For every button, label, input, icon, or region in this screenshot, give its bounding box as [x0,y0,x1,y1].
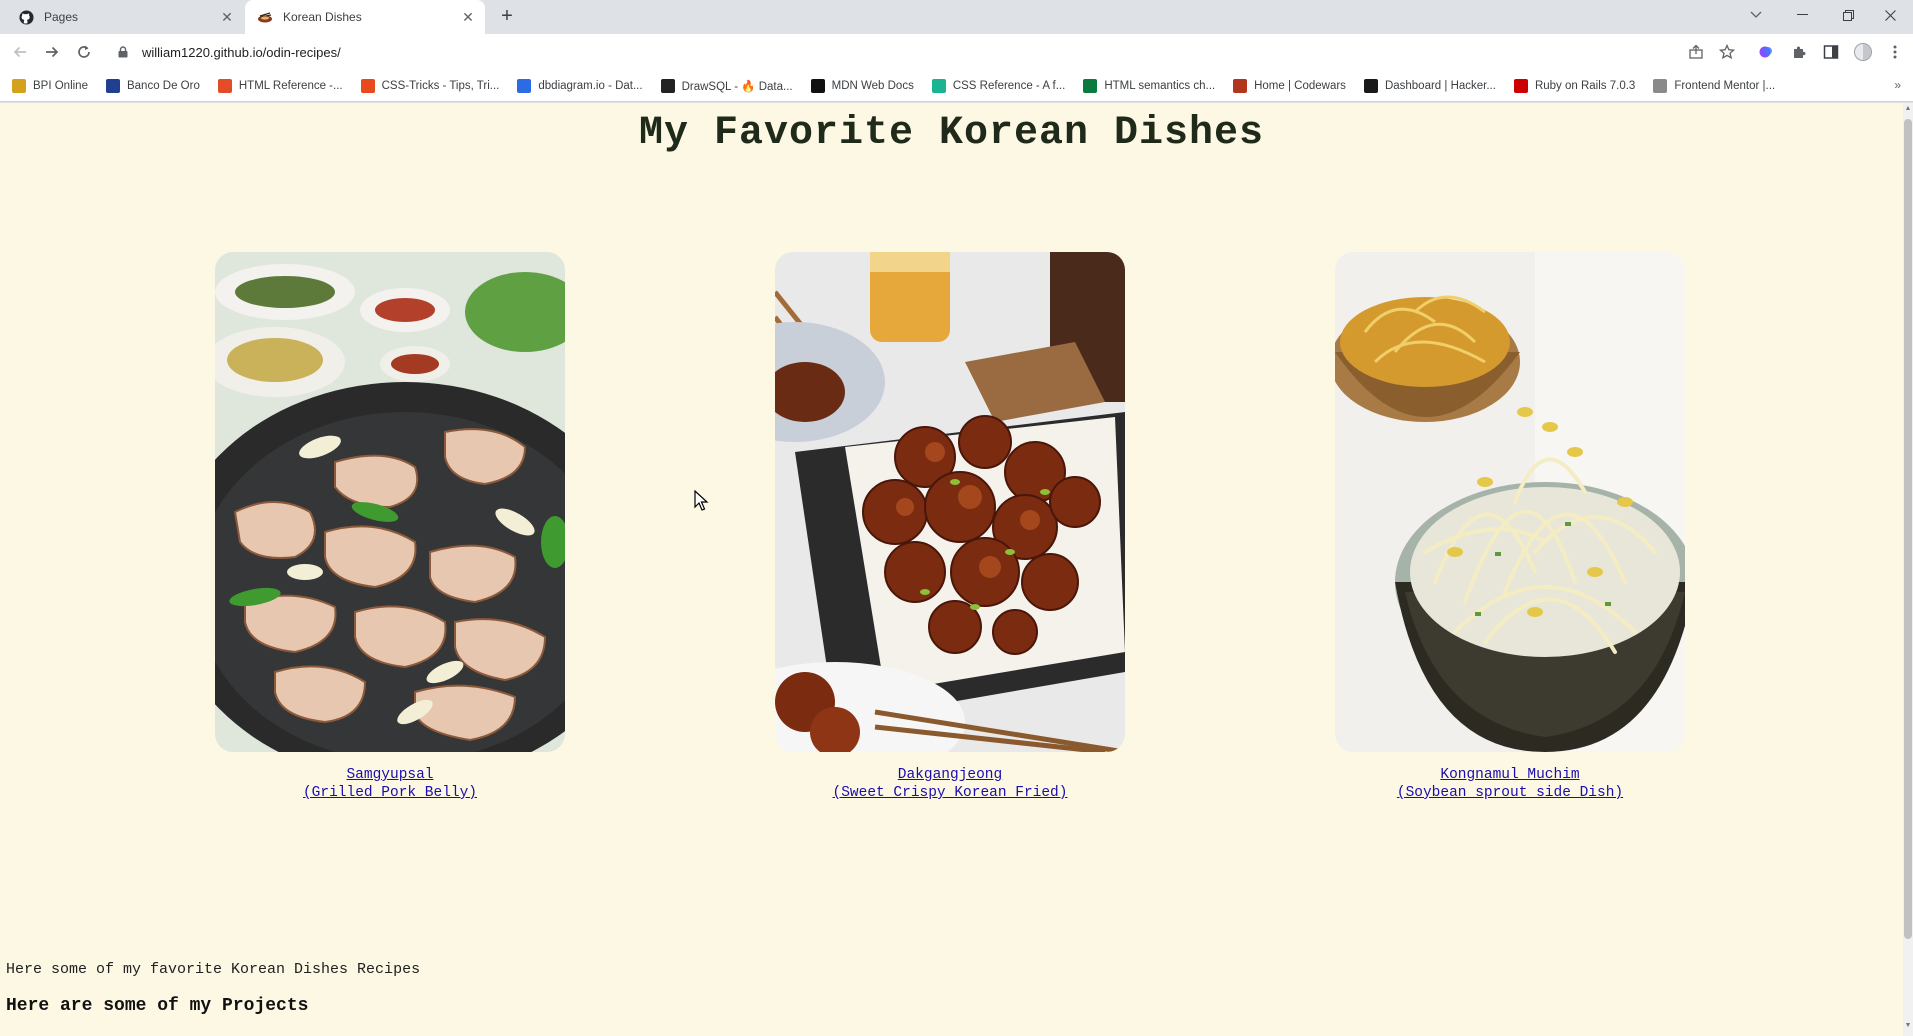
bookmark-label: HTML semantics ch... [1104,79,1216,92]
bookmark-label: dbdiagram.io - Dat... [538,79,643,92]
bookmark-label: Frontend Mentor |... [1674,79,1776,92]
bookmark-item[interactable]: CSS-Tricks - Tips, Tri... [360,78,500,93]
dakgangjeong-photo[interactable] [775,252,1125,752]
lock-icon[interactable] [118,46,132,58]
share-icon[interactable] [1686,42,1706,62]
minimize-icon[interactable] [1779,0,1825,30]
dish-icon [257,9,273,25]
browser-toolbar: william1220.github.io/odin-recipes/ [0,34,1913,70]
bookmark-favicon-icon [1363,78,1378,93]
bookmark-item[interactable]: CSS Reference - A f... [931,78,1066,93]
samgyupsal-link[interactable]: Samgyupsal (Grilled Pork Belly) [215,766,565,802]
page-scrollbar[interactable]: ▲ ▼ [1903,103,1913,1036]
dish-subtitle: (Sweet Crispy Korean Fried) [832,785,1068,801]
bookmark-favicon-icon [105,78,120,93]
bookmark-label: Home | Codewars [1254,79,1346,92]
new-tab-button[interactable]: + [495,5,519,29]
forward-icon[interactable] [38,38,66,66]
kongnamul-muchim-link[interactable]: Kongnamul Muchim (Soybean sprout side Di… [1335,766,1685,802]
bookmark-label: CSS Reference - A f... [952,79,1066,92]
bookmark-favicon-icon [217,78,232,93]
tab-strip: Pages ✕ Korean Dishes ✕ + [0,0,1913,34]
bookmark-item[interactable]: Banco De Oro [105,78,200,93]
dish-subtitle: (Grilled Pork Belly) [302,785,478,801]
restore-icon[interactable] [1825,0,1871,30]
page-title: My Favorite Korean Dishes [638,111,1265,156]
web-page: My Favorite Korean Dishes Samgyupsal (Gr… [0,103,1903,1036]
dish-card-dakgangjeong: Dakgangjeong (Sweet Crispy Korean Fried) [775,252,1125,802]
tab-search-icon[interactable] [1733,0,1779,30]
bookmark-favicon-icon [12,78,26,93]
kongnamul-muchim-photo[interactable] [1335,252,1685,752]
back-icon[interactable] [6,38,34,66]
bookmark-favicon-icon [810,78,825,93]
mouse-cursor-icon [694,489,710,512]
bookmark-favicon-icon [1083,78,1098,93]
bookmark-item[interactable]: Frontend Mentor |... [1653,78,1776,93]
tab-title: Pages [44,10,79,24]
extensions-puzzle-icon[interactable] [1789,42,1809,62]
dish-card-samgyupsal: Samgyupsal (Grilled Pork Belly) [215,252,565,802]
close-tab-icon[interactable]: ✕ [459,8,477,26]
bookmark-item[interactable]: HTML Reference -... [217,78,343,93]
bookmark-item[interactable]: DrawSQL - 🔥 Data... [660,78,793,93]
extension-app-icon[interactable] [1756,42,1776,62]
address-bar[interactable]: william1220.github.io/odin-recipes/ [106,37,1686,67]
bookmark-favicon-icon [660,78,675,93]
close-tab-icon[interactable]: ✕ [218,8,236,26]
bookmark-item[interactable]: Dashboard | Hacker... [1363,78,1496,93]
bookmark-favicon-icon [1233,78,1248,93]
bookmark-label: Banco De Oro [126,79,200,92]
scroll-up-icon[interactable]: ▲ [1903,105,1913,117]
bookmark-label: Dashboard | Hacker... [1384,79,1496,92]
bookmark-item[interactable]: Ruby on Rails 7.0.3 [1513,78,1636,93]
samgyupsal-photo[interactable] [215,252,565,752]
bookmark-item[interactable]: dbdiagram.io - Dat... [517,78,643,93]
bookmark-item[interactable]: Home | Codewars [1233,78,1346,93]
dish-name: Dakgangjeong [897,767,1003,783]
bookmark-star-icon[interactable] [1717,42,1737,62]
bookmark-item[interactable]: HTML semantics ch... [1083,78,1216,93]
bookmark-label: BPI Online [33,79,88,92]
bookmark-favicon-icon [360,78,375,93]
bookmark-item[interactable]: BPI Online [12,78,88,93]
bookmark-label: Ruby on Rails 7.0.3 [1534,79,1636,92]
dakgangjeong-link[interactable]: Dakgangjeong (Sweet Crispy Korean Fried) [775,766,1125,802]
bookmark-label: MDN Web Docs [831,79,914,92]
scroll-down-icon[interactable]: ▼ [1903,1022,1913,1034]
tab-korean-dishes[interactable]: Korean Dishes ✕ [245,0,485,34]
intro-text: Here some of my favorite Korean Dishes R… [6,961,421,978]
projects-heading: Here are some of my Projects [6,996,309,1016]
scrollbar-thumb[interactable] [1904,119,1912,939]
bookmark-label: DrawSQL - 🔥 Data... [681,80,793,93]
dish-subtitle: (Soybean sprout side Dish) [1396,785,1624,801]
close-window-icon[interactable] [1867,0,1913,30]
bookmark-label: HTML Reference -... [238,79,343,92]
menu-kebab-icon[interactable] [1885,42,1905,62]
github-icon [18,9,34,25]
bookmark-item[interactable]: MDN Web Docs [810,78,914,93]
bookmark-label: CSS-Tricks - Tips, Tri... [381,79,500,92]
tab-title: Korean Dishes [283,10,362,24]
url-text: william1220.github.io/odin-recipes/ [142,44,341,60]
bookmark-favicon-icon [931,78,946,93]
profile-avatar-icon[interactable] [1853,42,1873,62]
dish-name: Kongnamul Muchim [1440,767,1580,783]
bookmark-favicon-icon [1653,78,1668,93]
bookmark-favicon-icon [517,78,532,93]
more-bookmarks-icon[interactable]: » [1894,78,1901,92]
reload-icon[interactable] [70,38,98,66]
tab-pages[interactable]: Pages ✕ [0,0,244,34]
dish-card-kongnamul-muchim: Kongnamul Muchim (Soybean sprout side Di… [1335,252,1685,802]
side-panel-icon[interactable] [1821,42,1841,62]
bookmark-favicon-icon [1513,78,1528,93]
dish-name: Samgyupsal [346,767,434,783]
bookmarks-bar: BPI Online Banco De Oro HTML Reference -..… [0,70,1913,102]
